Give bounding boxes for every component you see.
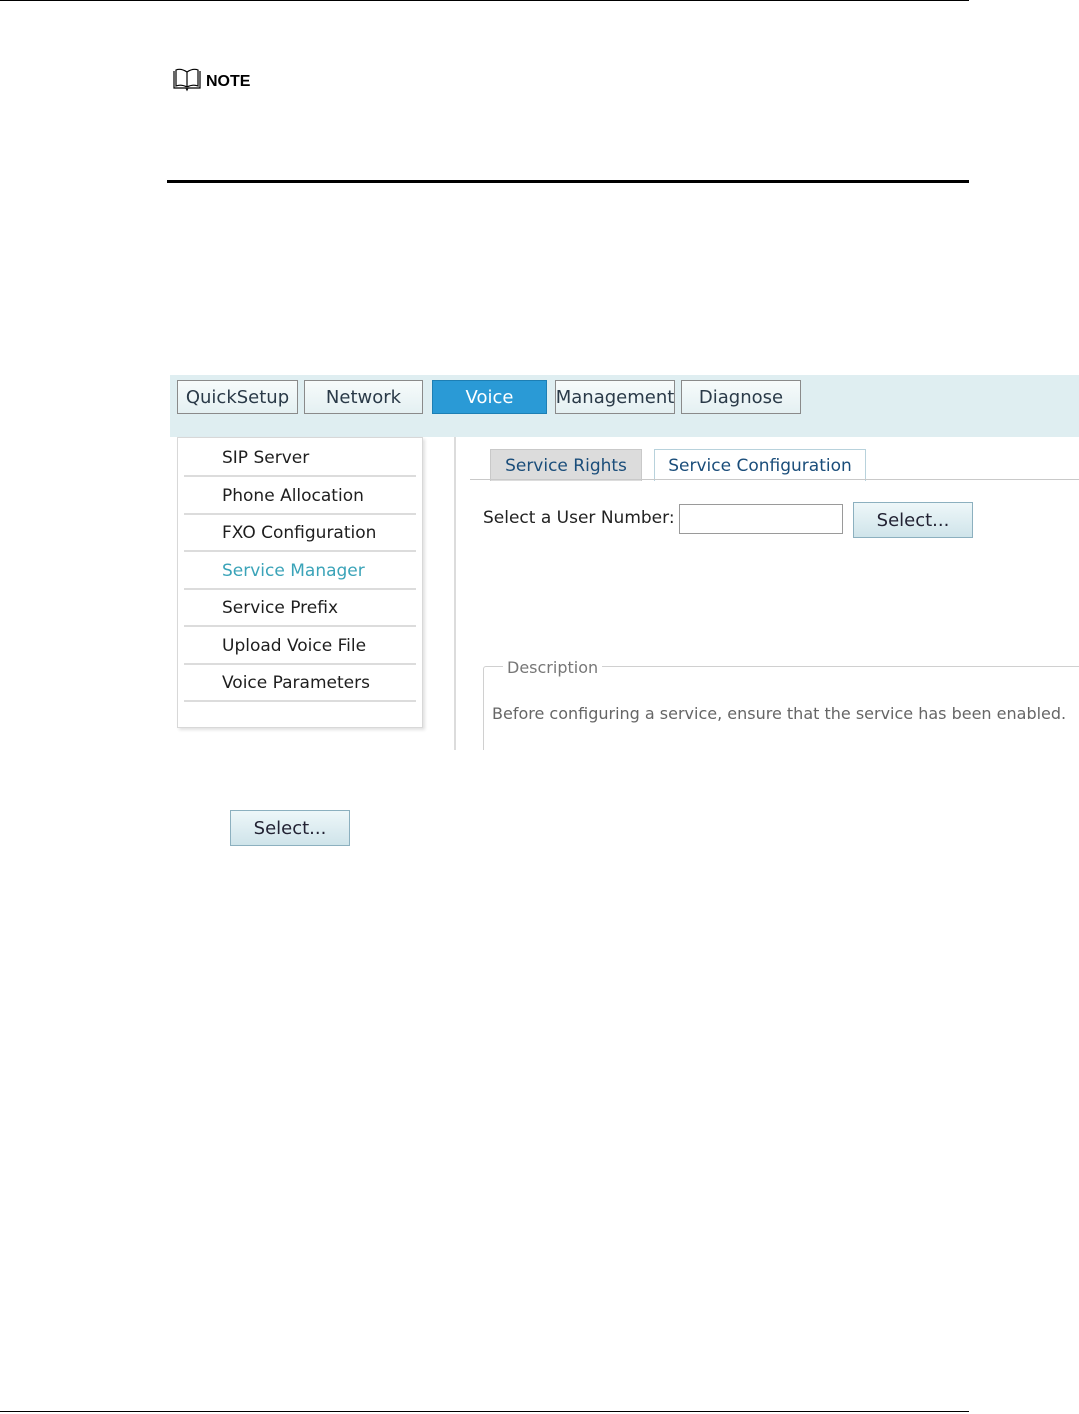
nav-voice[interactable]: Voice — [432, 380, 547, 414]
description-legend: Description — [503, 658, 603, 677]
header-rule — [0, 0, 969, 1]
menu-item-upload-voice-file[interactable]: Upload Voice File — [184, 628, 416, 665]
user-number-input[interactable] — [679, 504, 843, 534]
tab-service-configuration[interactable]: Service Configuration — [654, 449, 866, 481]
top-navigation: QuickSetup Network Voice Management Diag… — [170, 375, 1079, 437]
select-user-button[interactable]: Select... — [853, 502, 973, 538]
footer-rule — [0, 1411, 969, 1412]
note-label: NOTE — [206, 73, 251, 90]
note-end-rule — [167, 180, 969, 183]
menu-item-voice-parameters[interactable]: Voice Parameters — [184, 665, 416, 702]
nav-quicksetup[interactable]: QuickSetup — [177, 380, 298, 414]
content-divider — [454, 437, 456, 750]
tab-baseline — [470, 479, 1079, 480]
menu-item-sip-server[interactable]: SIP Server — [184, 440, 416, 477]
nav-management[interactable]: Management — [555, 380, 675, 414]
side-menu: SIP Server Phone Allocation FXO Configur… — [177, 437, 423, 728]
user-number-label: Select a User Number: — [483, 508, 675, 528]
note-block: NOTE — [172, 68, 250, 92]
tab-service-rights[interactable]: Service Rights — [490, 449, 642, 481]
nav-diagnose[interactable]: Diagnose — [681, 380, 801, 414]
book-icon — [172, 68, 202, 92]
ui-screenshot: QuickSetup Network Voice Management Diag… — [170, 375, 1079, 750]
menu-item-service-manager[interactable]: Service Manager — [184, 553, 416, 590]
menu-item-phone-allocation[interactable]: Phone Allocation — [184, 478, 416, 515]
select-button-standalone[interactable]: Select... — [230, 810, 350, 846]
menu-item-service-prefix[interactable]: Service Prefix — [184, 590, 416, 627]
description-text: Before configuring a service, ensure tha… — [492, 704, 1067, 723]
menu-item-fxo-configuration[interactable]: FXO Configuration — [184, 515, 416, 552]
nav-network[interactable]: Network — [304, 380, 423, 414]
